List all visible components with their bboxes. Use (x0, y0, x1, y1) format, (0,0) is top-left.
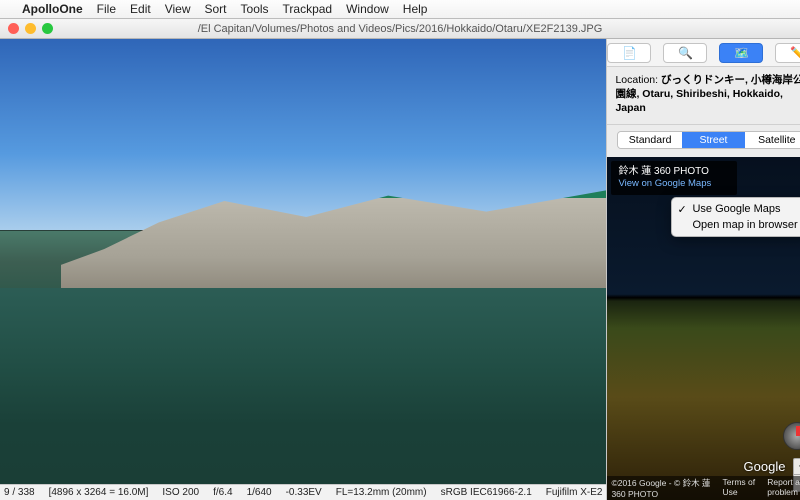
status-shutter: 1/640 (247, 487, 272, 498)
status-camera: Fujifilm X-E2 (546, 487, 603, 498)
badge-author: 鈴木 蓮 360 PHOTO (618, 166, 711, 179)
status-ev: -0.33EV (286, 487, 322, 498)
app-window: /El Capitan/Volumes/Photos and Videos/Pi… (0, 19, 800, 500)
map-type-segmented: Standard Street Satellite (617, 131, 800, 149)
menu-edit[interactable]: Edit (130, 2, 151, 16)
menu-file[interactable]: File (97, 2, 116, 16)
zoom-button[interactable] (42, 23, 53, 34)
mac-menubar: ApolloOne File Edit View Sort Tools Trac… (0, 0, 800, 19)
menu-trackpad[interactable]: Trackpad (283, 2, 333, 16)
info-panel: 📄 🔍 🗺️ ✏️ Location: びっくりドンキー, 小樽海岸公園線, O… (606, 39, 800, 500)
photo-buildings-region (61, 190, 607, 297)
app-menu[interactable]: ApolloOne (22, 2, 83, 16)
streetview-map[interactable]: 鈴木 蓮 360 PHOTO View on Google Maps ✓ Use… (607, 157, 800, 500)
viewed-photo[interactable] (0, 39, 606, 484)
context-use-google-maps-label: Use Google Maps (692, 203, 780, 215)
tab-inspect[interactable]: 🔍 (663, 43, 707, 63)
window-titlebar: /El Capitan/Volumes/Photos and Videos/Pi… (0, 19, 800, 39)
context-use-google-maps[interactable]: ✓ Use Google Maps (672, 201, 800, 217)
info-panel-tabs: 📄 🔍 🗺️ ✏️ (607, 39, 800, 67)
close-button[interactable] (8, 23, 19, 34)
seg-standard[interactable]: Standard (618, 132, 681, 148)
status-colorspace: sRGB IEC61966-2.1 (441, 487, 532, 498)
context-menu: ✓ Use Google Maps Open map in browser (671, 197, 800, 237)
minimize-button[interactable] (25, 23, 36, 34)
checkmark-icon: ✓ (677, 203, 686, 216)
seg-street[interactable]: Street (682, 132, 745, 148)
status-aperture: f/6.4 (213, 487, 232, 498)
compass-control[interactable] (783, 422, 800, 450)
tab-info[interactable]: 📄 (607, 43, 651, 63)
magnify-icon: 🔍 (678, 46, 693, 60)
menu-tools[interactable]: Tools (241, 2, 269, 16)
status-focal: FL=13.2mm (20mm) (336, 487, 427, 498)
tab-map[interactable]: 🗺️ (719, 43, 763, 63)
map-copyright: ©2016 Google - © 鈴木 蓮 360 PHOTO (611, 477, 722, 499)
status-iso: ISO 200 (162, 487, 199, 498)
tab-edit[interactable]: ✏️ (775, 43, 800, 63)
report-link[interactable]: Report a problem (767, 477, 800, 499)
context-open-in-browser[interactable]: Open map in browser (672, 217, 800, 233)
streetview-attribution-badge[interactable]: 鈴木 蓮 360 PHOTO View on Google Maps (611, 161, 737, 195)
zoom-in-button[interactable]: + (794, 459, 800, 475)
menu-view[interactable]: View (165, 2, 191, 16)
menu-window[interactable]: Window (346, 2, 389, 16)
context-open-in-browser-label: Open map in browser (692, 219, 797, 231)
seg-satellite[interactable]: Satellite (745, 132, 800, 148)
window-content: 9 / 338 [4896 x 3264 = 16.0M] ISO 200 f/… (0, 39, 800, 500)
status-counter: 9 / 338 (4, 487, 35, 498)
document-icon: 📄 (622, 46, 637, 60)
status-bar: 9 / 338 [4896 x 3264 = 16.0M] ISO 200 f/… (0, 484, 606, 500)
google-logo: Google (744, 459, 786, 474)
image-viewer: 9 / 338 [4896 x 3264 = 16.0M] ISO 200 f/… (0, 39, 606, 500)
location-block: Location: びっくりドンキー, 小樽海岸公園線, Otaru, Shir… (607, 67, 800, 125)
map-footer: ©2016 Google - © 鈴木 蓮 360 PHOTO Terms of… (607, 476, 800, 500)
status-dimensions: [4896 x 3264 = 16.0M] (49, 487, 149, 498)
location-label: Location: (615, 74, 658, 86)
window-title: /El Capitan/Volumes/Photos and Videos/Pi… (198, 23, 603, 35)
window-controls (8, 23, 53, 34)
menu-help[interactable]: Help (403, 2, 428, 16)
terms-link[interactable]: Terms of Use (723, 477, 760, 499)
menu-sort[interactable]: Sort (205, 2, 227, 16)
badge-view-on-maps-link[interactable]: View on Google Maps (618, 178, 711, 190)
pencil-icon: ✏️ (790, 46, 800, 60)
map-icon: 🗺️ (734, 46, 749, 60)
